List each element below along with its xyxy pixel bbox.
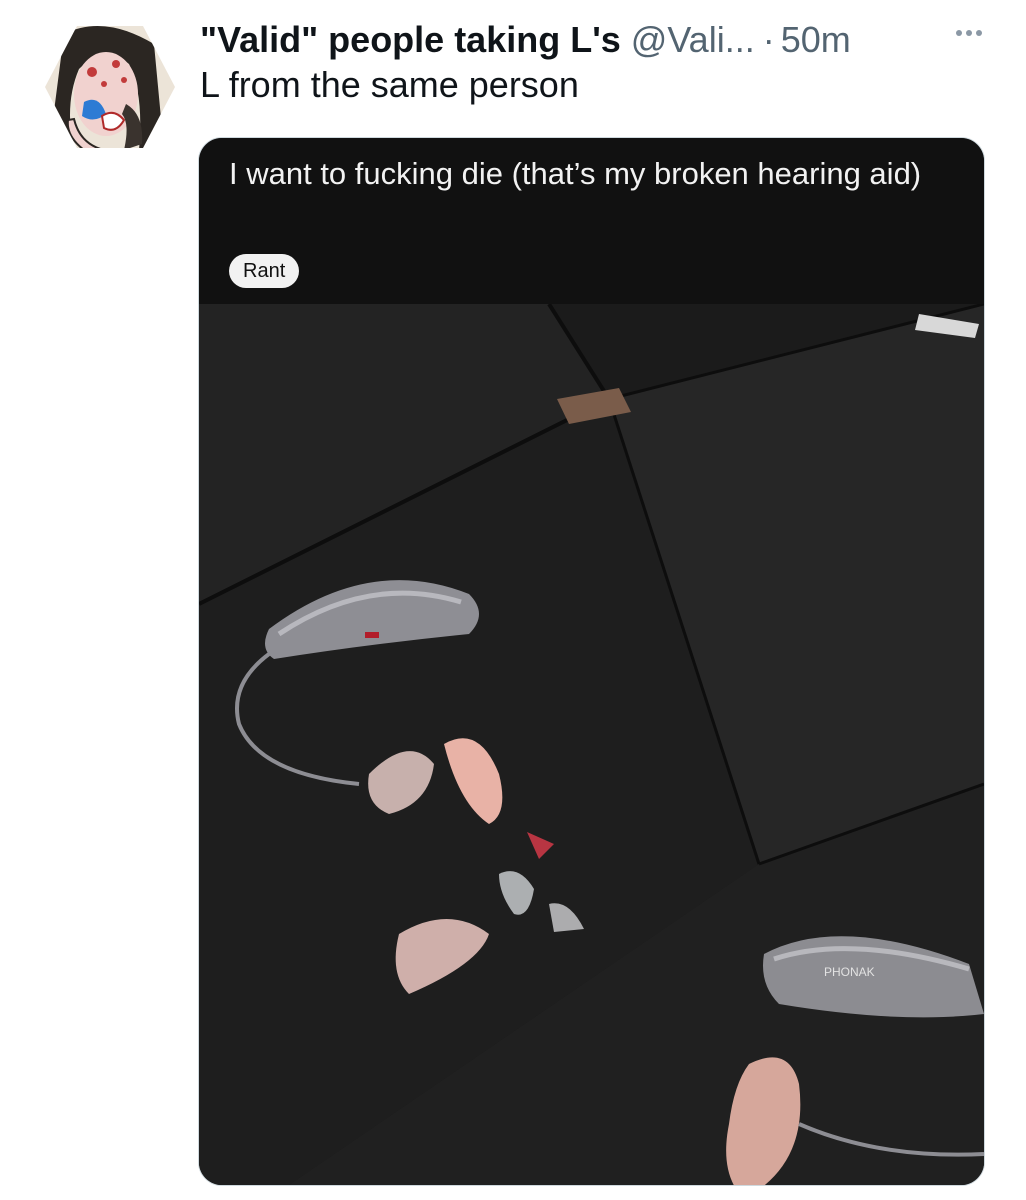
tweet-header: "Valid" people taking L's @Vali... · 50m bbox=[200, 14, 986, 66]
avatar[interactable] bbox=[44, 24, 176, 150]
user-handle[interactable]: @Vali... bbox=[631, 19, 755, 61]
tweet-media-card[interactable]: I want to fucking die (that’s my broken … bbox=[198, 137, 985, 1186]
broken-hearing-aid-photo: PHONAK bbox=[199, 304, 984, 1185]
separator-dot: · bbox=[762, 19, 775, 60]
tweet-text: L from the same person bbox=[200, 64, 579, 105]
embedded-post-header: I want to fucking die (that’s my broken … bbox=[199, 138, 984, 304]
tweet: "Valid" people taking L's @Vali... · 50m… bbox=[0, 0, 1026, 1200]
brand-label: PHONAK bbox=[824, 965, 875, 979]
display-name[interactable]: "Valid" people taking L's bbox=[200, 19, 621, 61]
more-horizontal-icon[interactable] bbox=[956, 30, 982, 36]
timestamp[interactable]: 50m bbox=[781, 19, 851, 61]
flair-badge: Rant bbox=[229, 254, 300, 288]
embedded-post-title: I want to fucking die (that’s my broken … bbox=[229, 156, 922, 191]
